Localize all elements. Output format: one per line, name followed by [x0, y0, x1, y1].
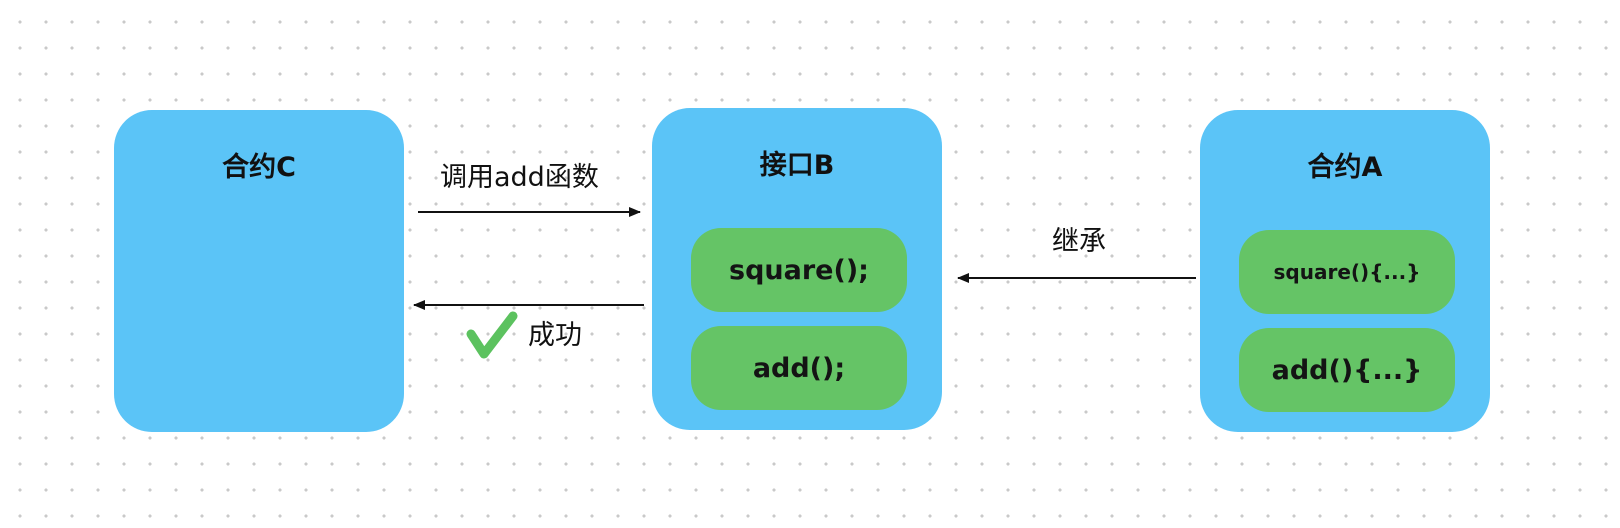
inherit-edge-label: 继承 — [1052, 226, 1106, 257]
success-edge-label: 成功 — [528, 320, 582, 351]
checkmark-icon — [466, 311, 518, 359]
